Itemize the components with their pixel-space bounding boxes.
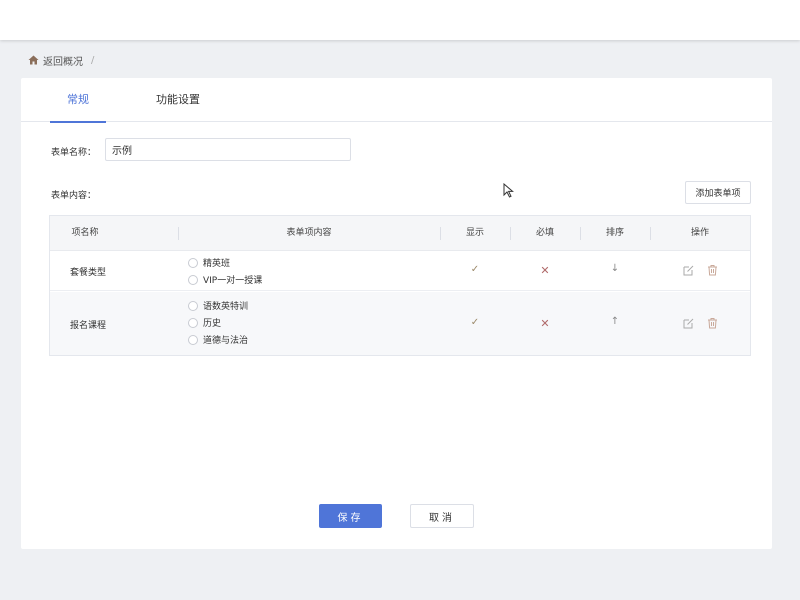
option-label: 道德与法治	[203, 336, 249, 346]
header-sort: 排序	[605, 228, 624, 238]
option-label: 历史	[203, 319, 222, 329]
edit-icon[interactable]	[683, 318, 694, 329]
radio-icon[interactable]	[188, 274, 198, 285]
radio-icon[interactable]	[188, 334, 198, 345]
home-icon[interactable]	[28, 55, 39, 65]
breadcrumb-separator: /	[91, 54, 95, 66]
form-name-input[interactable]	[105, 138, 351, 161]
row-item-name: 报名课程	[70, 321, 107, 331]
option-item[interactable]: 历史	[188, 314, 248, 331]
trash-icon[interactable]	[707, 264, 718, 276]
radio-icon[interactable]	[188, 257, 198, 268]
top-header-bar	[0, 0, 800, 40]
required-cross-icon[interactable]: ✕	[535, 317, 555, 330]
header-required: 必填	[535, 228, 554, 238]
save-button[interactable]: 保存	[319, 504, 382, 528]
option-label: VIP一对一授课	[203, 276, 263, 286]
form-content-label: 表单内容：	[51, 191, 97, 201]
table-header: 项名称 表单项内容 显示 必填 排序 操作	[50, 216, 750, 251]
form-name-label: 表单名称：	[51, 148, 97, 158]
edit-icon[interactable]	[683, 265, 694, 276]
row-options: 精英班 VIP一对一授课	[188, 254, 262, 288]
table-row: 报名课程 语数英特训 历史 道德与法治 ✓ ✕ ↑	[50, 292, 750, 355]
breadcrumb: 返回概况 /	[28, 53, 95, 68]
sort-up-icon[interactable]: ↑	[605, 316, 625, 327]
option-item[interactable]: 道德与法治	[188, 331, 248, 348]
table-row: 套餐类型 精英班 VIP一对一授课 ✓ ✕ ↓	[50, 251, 750, 291]
trash-icon[interactable]	[707, 317, 718, 329]
tab-bar: 常规 功能设置	[21, 78, 772, 123]
sort-down-icon[interactable]: ↓	[605, 263, 625, 274]
tab-general[interactable]: 常规	[50, 78, 106, 123]
header-item-name: 项名称	[71, 228, 99, 238]
header-actions: 操作	[690, 228, 709, 238]
cancel-button[interactable]: 取消	[410, 504, 474, 528]
option-item[interactable]: 精英班	[188, 254, 262, 271]
add-form-item-button[interactable]: 添加表单项	[685, 181, 751, 204]
option-item[interactable]: VIP一对一授课	[188, 271, 262, 288]
cursor-icon	[503, 182, 514, 201]
display-check-icon[interactable]: ✓	[465, 317, 485, 328]
option-label: 精英班	[203, 259, 231, 269]
breadcrumb-home-link[interactable]: 返回概况	[43, 53, 83, 68]
tab-function-settings[interactable]: 功能设置	[145, 78, 211, 122]
row-item-name: 套餐类型	[70, 268, 107, 278]
display-check-icon[interactable]: ✓	[465, 264, 485, 275]
form-items-table: 项名称 表单项内容 显示 必填 排序 操作 套餐类型 精英班 VIP一对一授课 …	[49, 215, 751, 356]
radio-icon[interactable]	[188, 317, 198, 328]
required-cross-icon[interactable]: ✕	[535, 264, 555, 277]
option-label: 语数英特训	[203, 302, 249, 312]
row-options: 语数英特训 历史 道德与法治	[188, 297, 248, 348]
radio-icon[interactable]	[188, 300, 198, 311]
header-display: 显示	[465, 228, 484, 238]
form-card: 常规 功能设置 表单名称： 表单内容： 添加表单项 项名称 表单项内容 显示 必…	[21, 78, 772, 549]
header-item-content: 表单项内容	[286, 228, 332, 238]
option-item[interactable]: 语数英特训	[188, 297, 248, 314]
